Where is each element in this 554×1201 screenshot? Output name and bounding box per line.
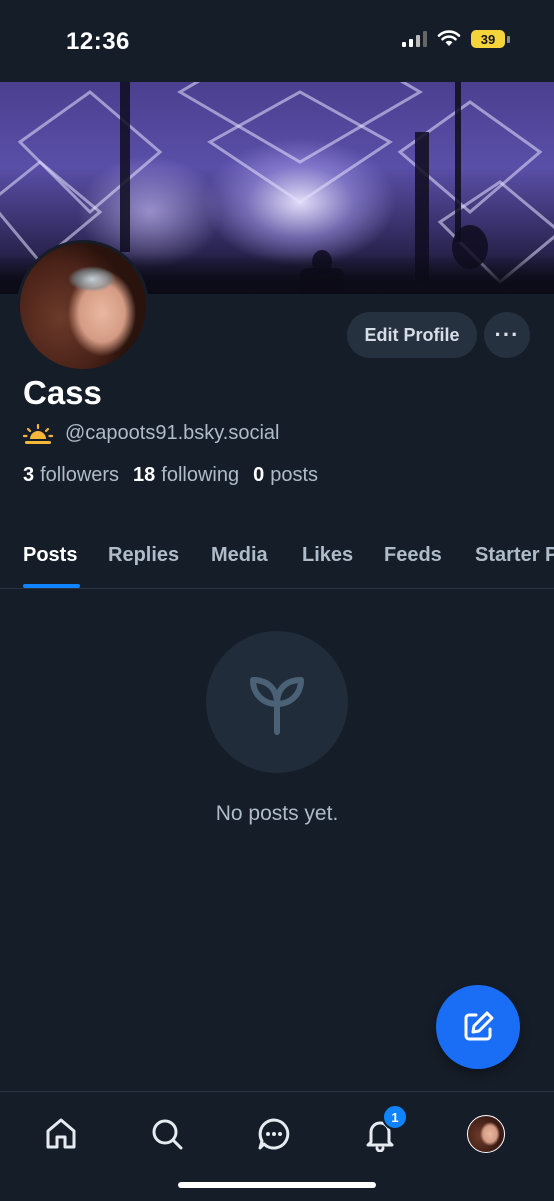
sunrise-icon — [23, 423, 53, 444]
notification-badge: 1 — [382, 1104, 408, 1130]
signal-icon — [402, 31, 427, 47]
wifi-icon — [437, 30, 461, 46]
tab-likes[interactable]: Likes — [302, 544, 353, 567]
profile-name: Cass — [23, 374, 102, 411]
nav-home[interactable] — [41, 1114, 81, 1154]
tab-replies[interactable]: Replies — [108, 544, 179, 567]
profile-tabs: Posts Replies Media Likes Feeds Starter … — [0, 528, 554, 589]
compose-button[interactable] — [436, 985, 520, 1069]
battery-level: 39 — [471, 30, 505, 48]
empty-state-text: No posts yet. — [215, 802, 339, 825]
profile-handle: @capoots91.bsky.social — [65, 422, 280, 444]
status-bar: 12:36 39 — [0, 0, 554, 82]
search-icon — [152, 1119, 183, 1150]
followers-stat[interactable]: 3 followers — [23, 464, 119, 487]
home-indicator — [178, 1182, 376, 1188]
profile-avatar[interactable] — [17, 240, 149, 372]
following-stat[interactable]: 18 following — [133, 464, 239, 487]
tab-media[interactable]: Media — [211, 544, 268, 567]
nav-search[interactable] — [147, 1114, 187, 1154]
tab-feeds[interactable]: Feeds — [384, 544, 442, 567]
status-time: 12:36 — [66, 28, 130, 55]
empty-state-icon-circle — [206, 631, 348, 773]
more-options-button[interactable]: ··· — [484, 312, 530, 358]
nav-chat[interactable] — [254, 1114, 294, 1154]
tab-starter-packs[interactable]: Starter Packs — [475, 544, 554, 567]
status-icons: 39 — [402, 30, 510, 48]
active-tab-indicator — [23, 584, 80, 588]
tab-posts[interactable]: Posts — [23, 544, 77, 567]
nav-profile[interactable] — [466, 1114, 506, 1154]
profile-stats: 3 followers 18 following 0 posts — [23, 464, 318, 487]
handle-row: @capoots91.bsky.social — [23, 422, 279, 445]
chat-icon — [258, 1118, 290, 1150]
nav-profile-avatar — [467, 1115, 505, 1153]
compose-icon — [464, 1011, 494, 1041]
posts-stat: 0 posts — [253, 464, 319, 486]
more-icon: ··· — [494, 322, 520, 347]
sprout-icon — [250, 677, 304, 735]
battery-icon: 39 — [471, 30, 510, 48]
edit-profile-button[interactable]: Edit Profile — [347, 312, 477, 358]
home-icon — [46, 1118, 76, 1149]
